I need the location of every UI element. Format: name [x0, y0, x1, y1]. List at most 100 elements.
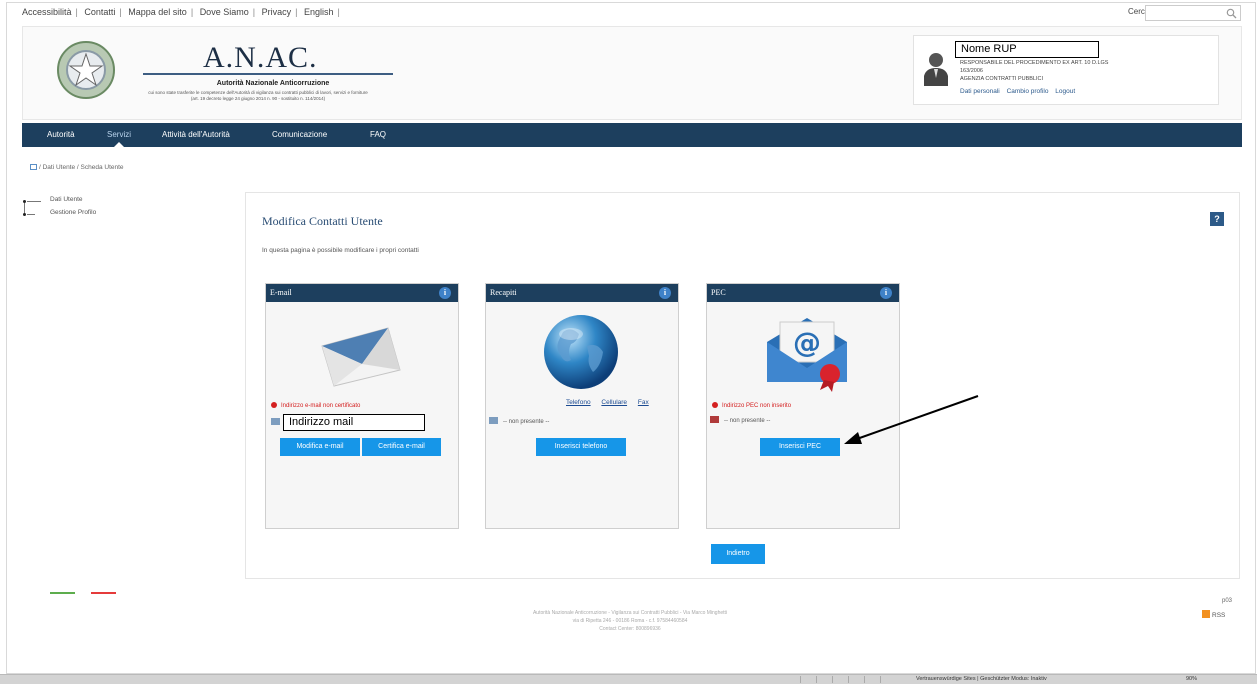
brand-divider	[143, 73, 393, 75]
tree-branch	[27, 201, 41, 202]
pec-warning-text: Indirizzo PEC non inserito	[722, 403, 792, 409]
user-card: Nome RUP RESPONSABILE DEL PROCEDIMENTO E…	[913, 35, 1219, 105]
tree-node-icon	[23, 213, 26, 216]
card-header: PEC i	[707, 284, 899, 302]
footer-line3: Contact Center: 800896936	[599, 626, 661, 632]
email-warning-text: Indirizzo e-mail non certificato	[281, 403, 361, 409]
link-mappa-sito[interactable]: Mappa del sito	[128, 7, 187, 17]
link-privacy[interactable]: Privacy	[262, 7, 292, 17]
nav-item-autorita[interactable]: Autorità	[47, 123, 75, 147]
brand-description: cui sono state trasferite le competenze …	[143, 90, 373, 102]
breadcrumb: / Dati Utente / Scheda Utente	[30, 164, 124, 171]
user-role-line1: RESPONSABILE DEL PROCEDIMENTO EX ART. 10…	[960, 60, 1109, 66]
link-dove-siamo[interactable]: Dove Siamo	[200, 7, 249, 17]
main-nav: Autorità Servizi Attività dell'Autorità …	[22, 123, 1242, 147]
status-cell	[832, 676, 846, 683]
card-title: Recapiti	[490, 288, 517, 297]
link-cambio-profilo[interactable]: Cambio profilo	[1007, 88, 1049, 95]
user-agency: AGENZIA CONTRATTI PUBBLICI	[960, 76, 1044, 82]
globe-icon	[544, 315, 618, 389]
info-icon[interactable]: i	[659, 287, 671, 299]
pec-warning: Indirizzo PEC non inserito	[712, 402, 791, 409]
separator: |	[75, 7, 78, 17]
indietro-button[interactable]: Indietro	[711, 544, 765, 564]
brand-subtitle: Autorità Nazionale Anticorruzione	[216, 80, 330, 87]
user-role-line2: 163/2006	[960, 68, 983, 74]
pec-small-icon	[710, 416, 719, 423]
browser-status-bar: Vertrauenswürdige Sites | Geschützter Mo…	[0, 674, 1257, 684]
status-cell	[848, 676, 862, 683]
pec-status: -- non presente --	[710, 416, 770, 424]
tree-node-icon	[23, 200, 26, 203]
separator: |	[190, 7, 194, 17]
link-telefono[interactable]: Telefono	[566, 399, 591, 406]
status-cell	[800, 676, 814, 683]
flag-stripe-green	[50, 592, 75, 594]
tree-item-gestione-profilo[interactable]: Gestione Profilo	[50, 209, 96, 221]
nav-item-comunicazione[interactable]: Comunicazione	[272, 123, 327, 147]
breadcrumb-path[interactable]: / Dati Utente / Scheda Utente	[39, 164, 124, 171]
card-header: E-mail i	[266, 284, 458, 302]
inserisci-telefono-button[interactable]: Inserisci telefono	[536, 438, 626, 456]
footer-code: p03	[1222, 598, 1233, 604]
brand-title: A.N.AC.	[203, 41, 318, 74]
inserisci-pec-button[interactable]: Inserisci PEC	[760, 438, 840, 456]
rss-icon	[1202, 610, 1210, 618]
side-tree: Dati Utente Gestione Profilo	[20, 196, 200, 236]
user-name-field: Nome RUP	[955, 41, 1099, 58]
tree-branch	[27, 214, 35, 215]
info-icon[interactable]: i	[880, 287, 892, 299]
user-role: RESPONSABILE DEL PROCEDIMENTO EX ART. 10…	[960, 59, 1210, 83]
link-english[interactable]: English	[304, 7, 334, 17]
alert-icon	[271, 402, 277, 408]
nav-item-label: Servizi	[107, 130, 132, 139]
magnifier-icon[interactable]	[1222, 5, 1240, 21]
alert-icon	[712, 402, 718, 408]
flag-stripe-red	[91, 592, 116, 594]
page-title: Modifica Contatti Utente	[262, 214, 383, 228]
rss-label: RSS	[1212, 612, 1226, 619]
tree-item-dati-utente[interactable]: Dati Utente	[50, 196, 83, 208]
card-title: E-mail	[270, 288, 292, 297]
status-cell	[864, 676, 878, 683]
recapiti-card: Recapiti i	[485, 283, 679, 529]
certifica-email-button[interactable]: Certifica e-mail	[362, 438, 441, 456]
page-description: In questa pagina è possibile modificare …	[262, 247, 419, 254]
status-cell	[816, 676, 830, 683]
user-avatar-icon	[922, 50, 950, 86]
link-contatti[interactable]: Contatti	[84, 7, 115, 17]
active-caret-icon	[114, 142, 124, 147]
help-icon[interactable]: ?	[1210, 212, 1224, 226]
link-logout[interactable]: Logout	[1055, 88, 1075, 95]
top-links-bar: Accessibilità | Contatti | Mappa del sito |…	[22, 7, 344, 17]
site-header: A.N.AC. Autorità Nazionale Anticorruzion…	[22, 26, 1242, 120]
nav-item-attivita[interactable]: Attività dell'Autorità	[162, 123, 230, 147]
modifica-email-button[interactable]: Modifica e-mail	[280, 438, 360, 456]
contact-type-links: Telefono Cellulare Fax	[566, 399, 658, 406]
info-icon[interactable]: i	[439, 287, 451, 299]
envelope-icon	[321, 327, 401, 387]
home-icon[interactable]	[30, 164, 37, 170]
email-field-icon	[271, 418, 280, 425]
link-dati-personali[interactable]: Dati personali	[960, 88, 1000, 95]
rss-link[interactable]: RSS	[1202, 610, 1225, 619]
nav-item-faq[interactable]: FAQ	[370, 123, 386, 147]
link-accessibilita[interactable]: Accessibilità	[22, 7, 72, 17]
separator: |	[119, 7, 122, 17]
card-header: Recapiti i	[486, 284, 678, 302]
email-warning: Indirizzo e-mail non certificato	[271, 402, 360, 409]
status-cell	[880, 676, 894, 683]
footer-line1: Autorità Nazionale Anticorruzione - Vigi…	[532, 610, 728, 616]
recapiti-status-text: -- non presente --	[503, 419, 550, 425]
italian-emblem-icon[interactable]	[55, 39, 117, 101]
nav-item-servizi[interactable]: Servizi	[107, 123, 131, 147]
link-fax[interactable]: Fax	[638, 399, 649, 406]
separator: |	[295, 7, 298, 17]
link-cellulare[interactable]: Cellulare	[601, 399, 627, 406]
user-links: Dati personali Cambio profilo Logout	[960, 88, 1080, 95]
email-address-field[interactable]: Indirizzo mail	[283, 414, 425, 431]
zoom-level[interactable]: 90%	[1186, 676, 1197, 682]
footer-text: Autorità Nazionale Anticorruzione - Vigi…	[460, 609, 800, 633]
brand-desc-line2: (art. 19 decreto legge 24 giugno 2014 n.…	[190, 96, 326, 101]
separator: |	[252, 7, 256, 17]
